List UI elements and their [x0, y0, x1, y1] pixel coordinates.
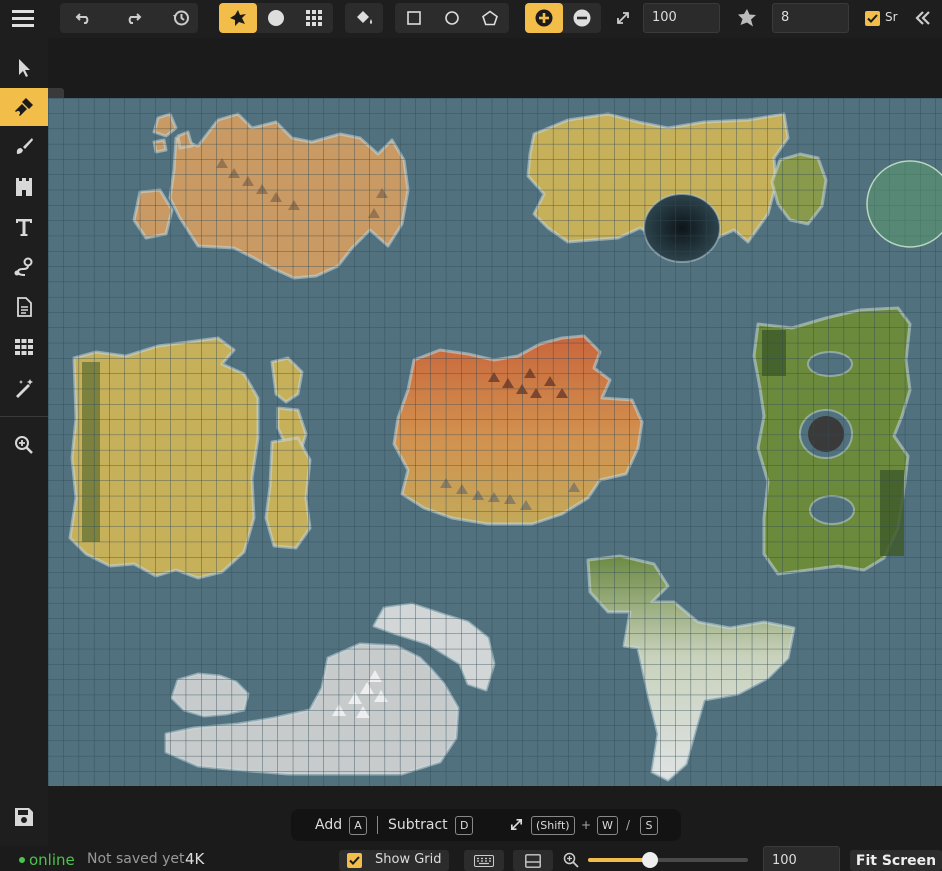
add-key: A	[349, 815, 367, 835]
circle-icon[interactable]	[433, 3, 471, 33]
plus-sign: +	[581, 818, 592, 832]
show-grid-checkbox[interactable]	[347, 853, 362, 868]
resize-icon	[609, 3, 637, 33]
resolution-label: 4K	[185, 850, 205, 868]
points-icon	[733, 3, 761, 33]
points-input[interactable]: 8	[772, 3, 849, 33]
zoom-tool-icon[interactable]	[0, 426, 48, 464]
land-brush-icon[interactable]	[0, 88, 48, 126]
square-icon[interactable]	[395, 3, 433, 33]
text-tool-icon[interactable]	[0, 208, 48, 246]
show-grid-toggle[interactable]: Show Grid	[339, 850, 449, 871]
sidebar-divider	[0, 416, 48, 417]
brush-size-input[interactable]: 100	[643, 3, 720, 33]
magic-wand-icon[interactable]	[0, 369, 48, 407]
paint-bucket-icon[interactable]	[345, 3, 383, 33]
history-icon[interactable]	[162, 3, 200, 33]
add-mode-icon[interactable]	[525, 3, 563, 33]
tool-sidebar	[0, 38, 48, 846]
snap-checkbox[interactable]	[865, 11, 880, 26]
zoom-slider[interactable]	[588, 852, 748, 868]
zoom-icon	[563, 852, 579, 871]
show-grid-label: Show Grid	[375, 852, 442, 867]
add-hint-label: Add	[315, 817, 343, 833]
grid-brush-icon[interactable]	[295, 3, 333, 33]
w-key: W	[597, 815, 618, 835]
castle-icon[interactable]	[0, 167, 48, 205]
shift-key: (Shift)	[531, 815, 575, 835]
redo-icon[interactable]	[114, 3, 152, 33]
keyboard-icon[interactable]	[464, 850, 504, 871]
resize-hint-icon	[509, 817, 524, 836]
map-editor-app: 100 8 Sr Add A Subtract D (Shift) + W / …	[0, 0, 942, 871]
grid-tool-icon[interactable]	[0, 328, 48, 366]
snap-label: Sr	[885, 10, 898, 24]
fit-screen-button[interactable]: Fit Screen	[850, 850, 942, 871]
undo-icon[interactable]	[65, 3, 103, 33]
map-grid-overlay	[48, 98, 942, 786]
online-status: online	[29, 851, 75, 869]
subtract-key: D	[455, 815, 474, 835]
path-tool-icon[interactable]	[0, 248, 48, 286]
circle-brush-icon[interactable]	[257, 3, 295, 33]
zoom-slider-handle[interactable]	[642, 852, 658, 868]
map-canvas[interactable]	[48, 98, 942, 786]
pentagon-icon[interactable]	[471, 3, 509, 33]
slash-sign: /	[626, 818, 631, 832]
subtract-hint-label: Subtract	[388, 817, 448, 833]
zoom-slider-fill	[588, 858, 650, 862]
collapse-toolbar-icon[interactable]	[910, 3, 936, 33]
notes-icon[interactable]	[0, 288, 48, 326]
shortcut-hint-bar: Add A Subtract D (Shift) + W / S	[291, 809, 681, 841]
menu-icon[interactable]	[6, 3, 40, 33]
select-cursor-icon[interactable]	[0, 49, 48, 87]
layout-icon[interactable]	[513, 850, 553, 871]
paint-brush-icon[interactable]	[0, 127, 48, 165]
online-dot-icon	[19, 857, 25, 863]
hint-divider	[377, 816, 378, 834]
save-status: Not saved yet	[87, 851, 185, 867]
zoom-input[interactable]: 100	[763, 846, 840, 871]
s-key: S	[640, 815, 658, 835]
top-toolbar: 100 8 Sr	[0, 0, 942, 38]
subtract-mode-icon[interactable]	[563, 3, 601, 33]
save-icon[interactable]	[0, 798, 48, 836]
blob-brush-icon[interactable]	[219, 3, 257, 33]
